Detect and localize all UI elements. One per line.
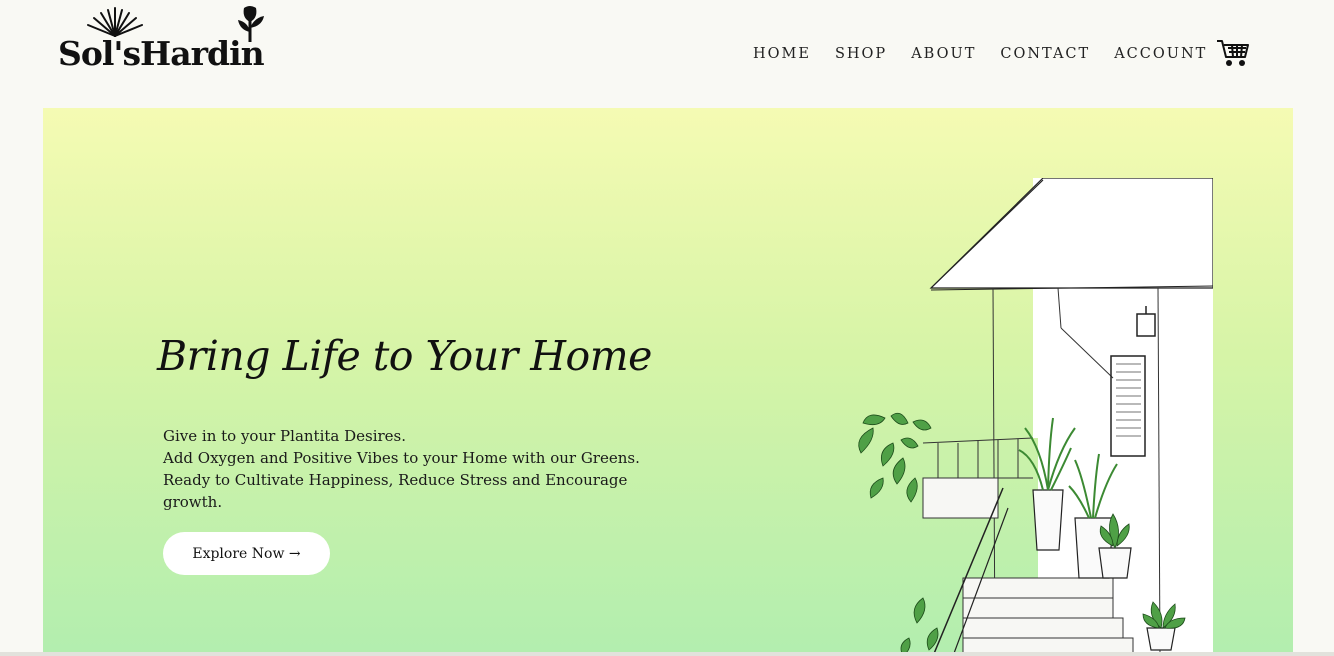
hero-line: growth. <box>163 493 223 511</box>
main-nav: HOME SHOP ABOUT CONTACT ACCOUNT <box>753 44 1231 64</box>
hero-description: Give in to your Plantita Desires. Add Ox… <box>163 425 683 513</box>
nav-shop[interactable]: SHOP <box>835 44 887 64</box>
logo-wordmark: Sol'sHardin <box>58 34 265 73</box>
hero-line: Give in to your Plantita Desires. <box>163 427 407 445</box>
shopping-cart-icon[interactable] <box>1216 38 1250 68</box>
sun-rays-icon <box>87 7 143 37</box>
nav-contact[interactable]: CONTACT <box>1000 44 1090 64</box>
hero-title: Bring Life to Your Home <box>157 332 652 380</box>
house-plants-illustration <box>858 178 1213 656</box>
hero-banner: Bring Life to Your Home Give in to your … <box>43 108 1293 656</box>
brand-logo[interactable]: Sol'sHardin <box>56 4 301 78</box>
nav-home[interactable]: HOME <box>753 44 811 64</box>
hero-line: Add Oxygen and Positive Vibes to your Ho… <box>163 449 640 467</box>
page-bottom-edge <box>0 652 1334 656</box>
nav-account[interactable]: ACCOUNT <box>1114 44 1207 64</box>
site-header: Sol'sHardin HOME SHOP ABOUT CONTACT ACCO… <box>0 0 1334 108</box>
nav-about[interactable]: ABOUT <box>911 44 976 64</box>
explore-now-button[interactable]: Explore Now → <box>163 532 330 575</box>
hero-line: Ready to Cultivate Happiness, Reduce Str… <box>163 471 628 489</box>
